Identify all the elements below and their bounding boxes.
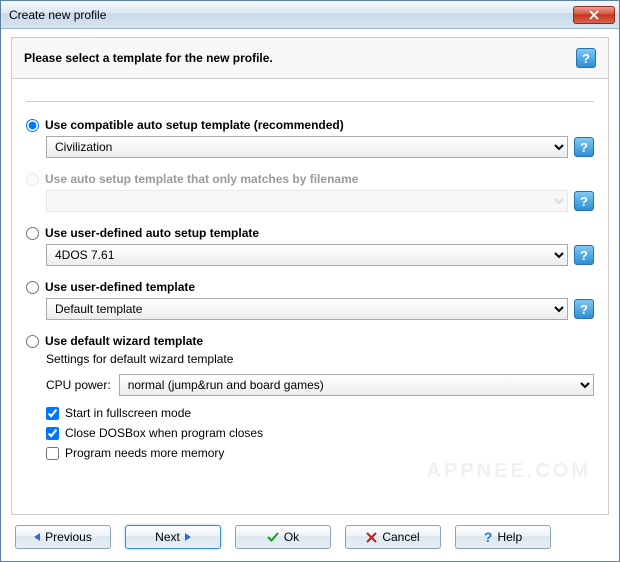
select-row-filename: ?	[46, 190, 594, 212]
next-button[interactable]: Next	[125, 525, 221, 549]
option-user-auto: Use user-defined auto setup template	[26, 226, 594, 240]
header-panel: Please select a template for the new pro…	[11, 37, 609, 79]
check-more-memory-row: Program needs more memory	[46, 446, 594, 460]
select-user-auto[interactable]: 4DOS 7.61	[46, 244, 568, 266]
label-compatible[interactable]: Use compatible auto setup template (reco…	[45, 118, 344, 132]
check-close-dosbox-row: Close DOSBox when program closes	[46, 426, 594, 440]
divider	[26, 101, 594, 102]
option-default-wizard: Use default wizard template	[26, 334, 594, 348]
ok-button-label: Ok	[284, 530, 299, 544]
cpu-row: CPU power: normal (jump&run and board ga…	[46, 374, 594, 396]
dialog-window: Create new profile Please select a templ…	[0, 0, 620, 562]
question-icon: ?	[484, 529, 493, 545]
radio-user-template[interactable]	[26, 281, 39, 294]
check-close-dosbox-label[interactable]: Close DOSBox when program closes	[65, 426, 263, 440]
radio-user-auto[interactable]	[26, 227, 39, 240]
select-cpu[interactable]: normal (jump&run and board games)	[119, 374, 594, 396]
check-icon	[267, 531, 279, 543]
help-icon[interactable]: ?	[574, 191, 594, 211]
cpu-label: CPU power:	[46, 378, 111, 392]
check-more-memory[interactable]	[46, 447, 59, 460]
default-wizard-settings: Settings for default wizard template CPU…	[46, 352, 594, 460]
check-fullscreen[interactable]	[46, 407, 59, 420]
option-compatible: Use compatible auto setup template (reco…	[26, 118, 594, 132]
check-fullscreen-label[interactable]: Start in fullscreen mode	[65, 406, 191, 420]
window-title: Create new profile	[9, 8, 573, 22]
close-button[interactable]	[573, 6, 615, 24]
previous-button[interactable]: Previous	[15, 525, 111, 549]
next-button-label: Next	[155, 530, 180, 544]
main-panel: Use compatible auto setup template (reco…	[11, 79, 609, 515]
arrow-left-icon	[34, 533, 40, 541]
radio-default-wizard[interactable]	[26, 335, 39, 348]
select-compatible[interactable]: Civilization	[46, 136, 568, 158]
select-row-user-auto: 4DOS 7.61 ?	[46, 244, 594, 266]
titlebar: Create new profile	[1, 1, 619, 29]
help-icon[interactable]: ?	[576, 48, 596, 68]
option-filename: Use auto setup template that only matche…	[26, 172, 594, 186]
help-icon[interactable]: ?	[574, 137, 594, 157]
cancel-button-label: Cancel	[382, 530, 419, 544]
check-fullscreen-row: Start in fullscreen mode	[46, 406, 594, 420]
select-user-template[interactable]: Default template	[46, 298, 568, 320]
content-area: Please select a template for the new pro…	[1, 29, 619, 561]
help-icon[interactable]: ?	[574, 299, 594, 319]
check-close-dosbox[interactable]	[46, 427, 59, 440]
help-icon[interactable]: ?	[574, 245, 594, 265]
button-bar: Previous Next Ok Cancel ? Help	[11, 515, 609, 553]
help-button-label: Help	[497, 530, 522, 544]
radio-compatible[interactable]	[26, 119, 39, 132]
radio-filename	[26, 173, 39, 186]
check-more-memory-label[interactable]: Program needs more memory	[65, 446, 224, 460]
option-user-template: Use user-defined template	[26, 280, 594, 294]
previous-button-label: Previous	[45, 530, 92, 544]
label-user-template[interactable]: Use user-defined template	[45, 280, 195, 294]
close-icon	[589, 10, 599, 20]
label-filename: Use auto setup template that only matche…	[45, 172, 358, 186]
select-row-compatible: Civilization ?	[46, 136, 594, 158]
settings-title: Settings for default wizard template	[46, 352, 594, 366]
x-icon	[366, 532, 377, 543]
help-button[interactable]: ? Help	[455, 525, 551, 549]
ok-button[interactable]: Ok	[235, 525, 331, 549]
arrow-right-icon	[185, 533, 191, 541]
header-prompt: Please select a template for the new pro…	[24, 51, 568, 65]
select-row-user-template: Default template ?	[46, 298, 594, 320]
label-user-auto[interactable]: Use user-defined auto setup template	[45, 226, 259, 240]
cancel-button[interactable]: Cancel	[345, 525, 441, 549]
select-filename	[46, 190, 568, 212]
label-default-wizard[interactable]: Use default wizard template	[45, 334, 203, 348]
